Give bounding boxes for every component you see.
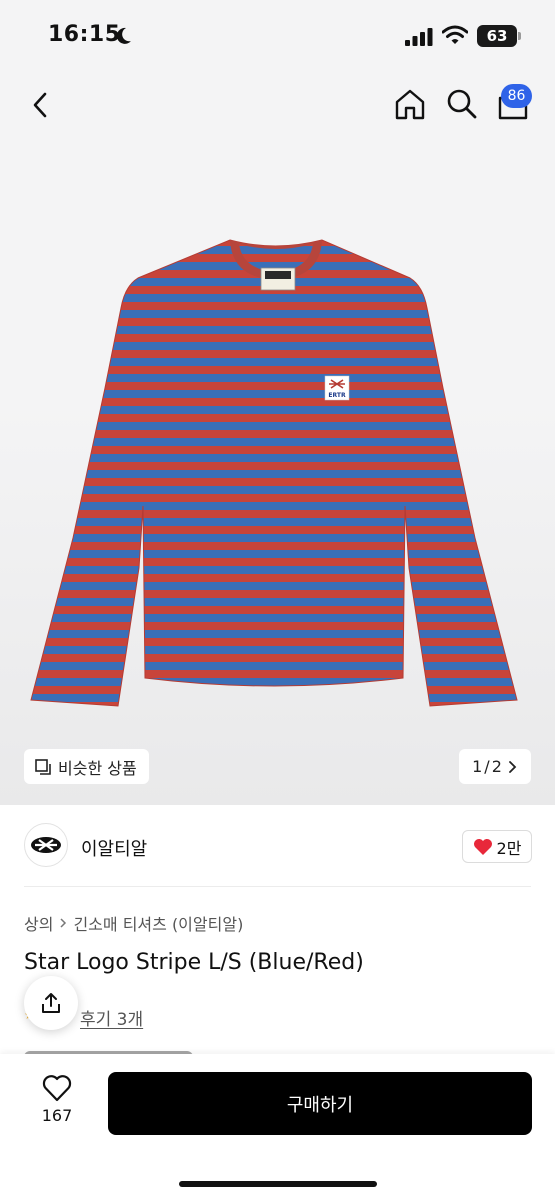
breadcrumb-subcategory[interactable]: 긴소매 티셔츠 (이알티알) <box>73 911 243 935</box>
image-page-indicator[interactable]: 1/2 <box>459 749 531 784</box>
share-button[interactable] <box>24 976 78 1030</box>
heart-filled-icon <box>473 838 492 855</box>
cellular-signal-icon <box>405 28 433 46</box>
chevron-right-icon <box>60 918 67 928</box>
search-icon[interactable] <box>446 88 478 120</box>
battery-indicator: 63 <box>477 25 517 47</box>
breadcrumb-category[interactable]: 상의 <box>24 911 53 935</box>
cart-count: 86 <box>507 88 526 104</box>
status-time: 16:15 <box>48 22 121 47</box>
brand-name[interactable]: 이알티알 <box>81 835 147 861</box>
moon-icon <box>116 27 131 44</box>
chevron-right-icon <box>508 760 517 773</box>
brand-row[interactable]: 이알티알 2만 <box>0 805 555 887</box>
similar-products-label: 비슷한 상품 <box>58 758 137 778</box>
cart-count-badge: 86 <box>501 84 532 108</box>
page-total: 2 <box>491 757 502 776</box>
status-bar: 16:15 63 <box>0 0 555 70</box>
wishlist-button[interactable]: 167 <box>30 1074 84 1134</box>
brand-like-button[interactable]: 2만 <box>462 830 532 863</box>
back-arrow-icon[interactable] <box>26 90 56 120</box>
wifi-icon <box>442 25 468 44</box>
brand-logo[interactable] <box>24 823 68 867</box>
battery-cap <box>518 32 521 40</box>
similar-products-button[interactable]: 비슷한 상품 <box>24 749 149 784</box>
brand-star-logo-icon <box>31 837 61 853</box>
product-title: Star Logo Stripe L/S (Blue/Red) <box>24 950 364 975</box>
home-icon[interactable] <box>394 88 426 120</box>
breadcrumb: 상의 긴소매 티셔츠 (이알티알) <box>24 911 243 935</box>
product-image-shirt[interactable]: ERTR <box>25 238 525 708</box>
home-indicator <box>179 1181 377 1187</box>
battery-level: 63 <box>486 27 508 45</box>
wishlist-count: 167 <box>41 1106 73 1125</box>
buy-button[interactable]: 구매하기 <box>108 1072 532 1135</box>
svg-text:ERTR: ERTR <box>328 392 346 399</box>
heart-outline-icon <box>42 1075 72 1102</box>
share-icon <box>42 993 60 1013</box>
brand-like-count: 2만 <box>496 838 522 858</box>
copy-squares-icon <box>35 758 51 775</box>
reviews-link[interactable]: 후기 3개 <box>80 1005 143 1030</box>
section-divider <box>24 886 531 887</box>
page-separator: / <box>484 757 490 776</box>
page-current: 1 <box>472 757 483 776</box>
buy-button-label: 구매하기 <box>286 1094 354 1116</box>
